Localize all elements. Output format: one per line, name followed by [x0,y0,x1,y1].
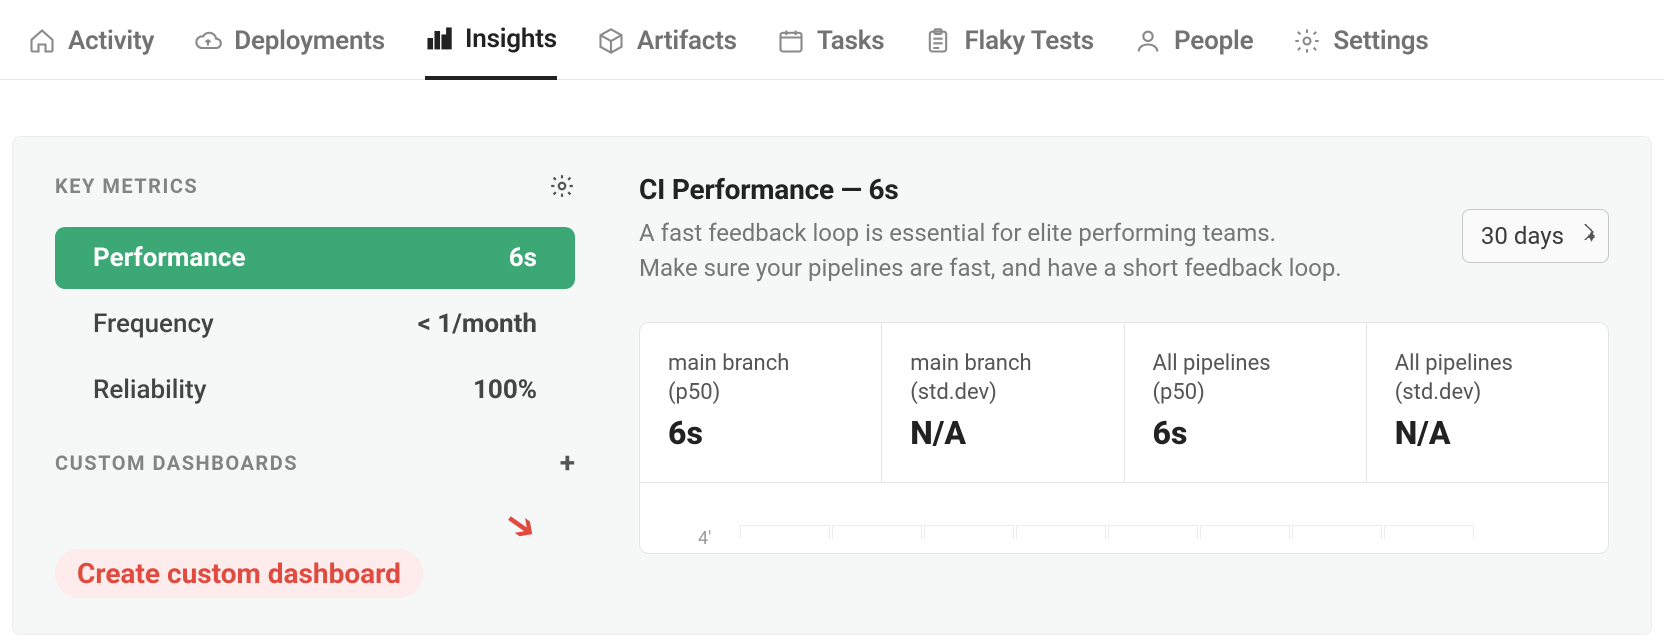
chart-gridline [1200,525,1290,539]
sidebar: KEY METRICS Performance 6s Frequency < 1… [55,173,575,598]
key-metrics-title: KEY METRICS [55,174,198,198]
calendar-icon [777,27,805,55]
nav-label: People [1174,26,1253,56]
nav-item-activity[interactable]: Activity [28,26,154,78]
nav-label: Deployments [234,26,385,56]
nav-label: Artifacts [637,26,737,56]
nav-label: Insights [465,24,557,54]
stat-all-stddev: All pipelines (std.dev) N/A [1367,323,1608,482]
gear-icon [1293,27,1321,55]
insights-panel: KEY METRICS Performance 6s Frequency < 1… [12,136,1652,635]
stat-value: N/A [910,414,1095,452]
clipboard-icon [924,27,952,55]
ci-header: CI Performance — 6s A fast feedback loop… [639,173,1609,286]
stats-row: main branch (p50) 6s main branch (std.de… [640,323,1608,483]
stat-label: All pipelines (std.dev) [1395,349,1580,408]
stat-value: N/A [1395,414,1580,452]
metric-label: Frequency [93,309,214,339]
nav-item-deployments[interactable]: Deployments [194,26,385,78]
custom-dashboards-header: CUSTOM DASHBOARDS + [55,449,575,477]
stats-card: main branch (p50) 6s main branch (std.de… [639,322,1609,554]
metric-frequency[interactable]: Frequency < 1/month [55,293,575,355]
nav-item-settings[interactable]: Settings [1293,26,1428,78]
nav-label: Flaky Tests [964,26,1094,56]
metric-label: Reliability [93,375,206,405]
nav-label: Tasks [817,26,885,56]
nav-label: Settings [1333,26,1428,56]
nav-item-people[interactable]: People [1134,26,1253,78]
key-metrics-header: KEY METRICS [55,173,575,199]
main-content: CI Performance — 6s A fast feedback loop… [639,173,1609,598]
stat-all-p50: All pipelines (p50) 6s [1125,323,1367,482]
stat-main-stddev: main branch (std.dev) N/A [882,323,1124,482]
stat-value: 6s [668,414,853,452]
metric-value: 6s [509,243,537,273]
nav-item-flaky-tests[interactable]: Flaky Tests [924,26,1094,78]
metric-label: Performance [93,243,246,273]
page-title: CI Performance — 6s [639,173,1342,206]
nav-item-insights[interactable]: Insights [425,24,557,80]
chart-gridline [1108,525,1198,539]
metrics-settings-button[interactable] [549,173,575,199]
nav-label: Activity [68,26,154,56]
annotation-arrow: ➔ [495,498,547,553]
gear-icon [549,173,575,199]
metric-performance[interactable]: Performance 6s [55,227,575,289]
package-icon [597,27,625,55]
stat-label: main branch (p50) [668,349,853,408]
page-description: A fast feedback loop is essential for el… [639,216,1342,286]
custom-dashboards-title: CUSTOM DASHBOARDS [55,451,298,475]
cloud-icon [194,27,222,55]
range-select-wrap: 30 days ▴▾ [1462,173,1609,263]
chart-gridline [740,525,830,539]
y-axis-tick: 4' [698,528,711,549]
stat-label: All pipelines (p50) [1153,349,1338,408]
stat-value: 6s [1153,414,1338,452]
top-nav: Activity Deployments Insights Artifacts … [0,0,1664,80]
chart-area: 4' [640,483,1608,553]
stat-label: main branch (std.dev) [910,349,1095,408]
annotation-callout: Create custom dashboard [55,549,423,598]
home-icon [28,27,56,55]
bars-icon [425,25,453,53]
person-icon [1134,27,1162,55]
stat-main-p50: main branch (p50) 6s [640,323,882,482]
chart-gridline [924,525,1014,539]
chart-gridline [1016,525,1106,539]
chart-gridline [1384,525,1474,539]
chart-gridline [832,525,922,539]
date-range-select[interactable]: 30 days [1462,209,1609,263]
metric-value: 100% [473,375,537,405]
add-dashboard-button[interactable]: + [560,449,575,477]
metric-value: < 1/month [418,309,537,339]
nav-item-artifacts[interactable]: Artifacts [597,26,737,78]
nav-item-tasks[interactable]: Tasks [777,26,885,78]
metric-reliability[interactable]: Reliability 100% [55,359,575,421]
chart-gridline [1292,525,1382,539]
